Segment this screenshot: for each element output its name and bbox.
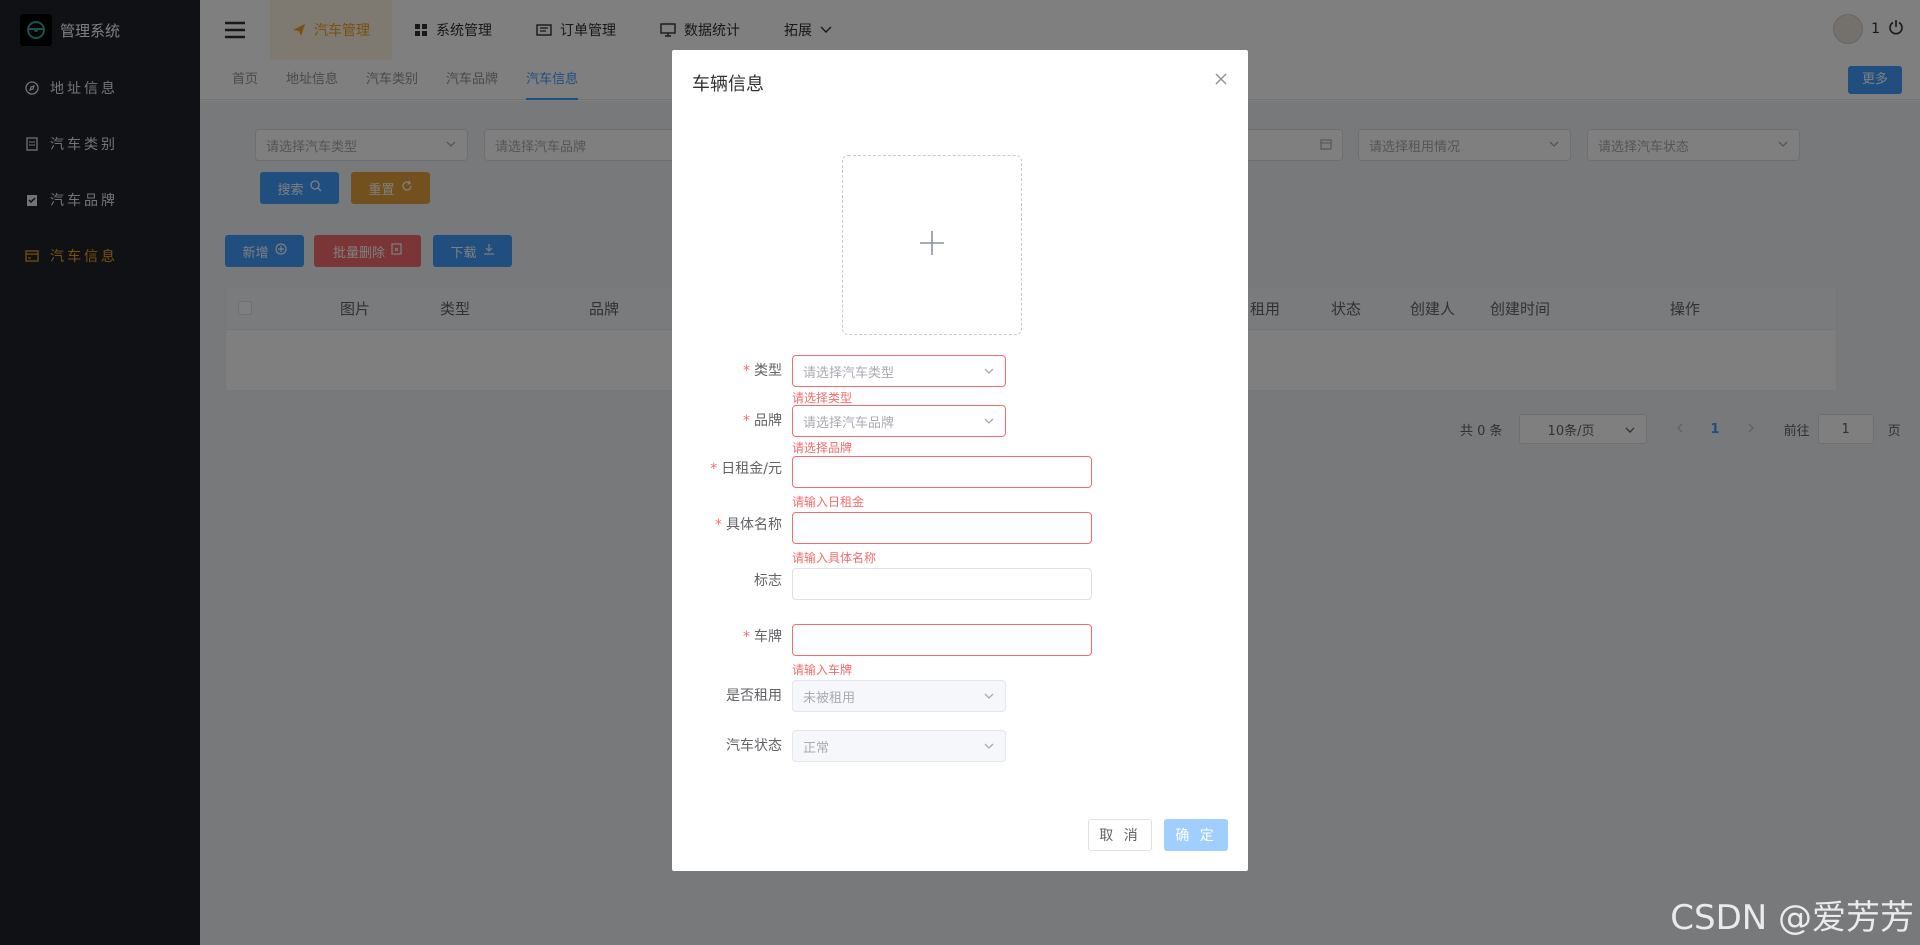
label-text: 是否租用 [726, 688, 782, 704]
label-text: 品牌 [754, 413, 782, 429]
form-label: * 车牌 [672, 621, 782, 653]
type-select[interactable]: 请选择汽车类型 [792, 355, 1006, 387]
vehicle-info-dialog: 车辆信息 * 类型 请选择汽车类型 请选择类型 * 品牌 请选择汽车品牌 请选择品牌… [672, 50, 1248, 871]
label-text: 标志 [754, 573, 782, 589]
brand-error: 请选择品牌 [792, 441, 853, 455]
label-text: 车牌 [754, 629, 782, 645]
required-mark: * [743, 629, 750, 645]
confirm-button[interactable]: 确 定 [1164, 819, 1228, 851]
brand-select[interactable]: 请选择汽车品牌 [792, 405, 1006, 437]
required-mark: * [715, 517, 722, 533]
form-label: * 日租金/元 [672, 453, 782, 485]
daily-rent-error: 请输入日租金 [792, 495, 865, 509]
plate-input[interactable] [792, 624, 1092, 656]
required-mark: * [743, 363, 750, 379]
label-text: 日租金/元 [721, 461, 782, 477]
form-label: * 具体名称 [672, 509, 782, 541]
status-select[interactable]: 正常 [792, 730, 1006, 762]
chevron-down-icon [983, 415, 995, 431]
chevron-down-icon [983, 365, 995, 381]
required-mark: * [710, 461, 718, 477]
image-uploader[interactable] [842, 155, 1022, 335]
rented-select[interactable]: 未被租用 [792, 680, 1006, 712]
plus-icon [919, 230, 945, 260]
name-error: 请输入具体名称 [792, 551, 877, 565]
chevron-down-icon [983, 740, 995, 756]
form-label: * 品牌 [672, 405, 782, 437]
dialog-title: 车辆信息 [692, 74, 764, 95]
select-placeholder: 请选择汽车类型 [803, 365, 895, 381]
sign-input[interactable] [792, 568, 1092, 600]
name-input[interactable] [792, 512, 1092, 544]
label-text: 汽车状态 [726, 738, 782, 754]
select-value: 未被租用 [803, 690, 856, 706]
label-text: 类型 [754, 363, 782, 379]
form-label: * 类型 [672, 355, 782, 387]
form-label: 标志 [672, 565, 782, 597]
type-error: 请选择类型 [792, 391, 853, 405]
cancel-button[interactable]: 取 消 [1088, 819, 1152, 851]
chevron-down-icon [983, 690, 995, 706]
select-value: 正常 [803, 740, 830, 756]
form-label: 是否租用 [672, 680, 782, 712]
close-icon[interactable] [1214, 72, 1230, 88]
required-mark: * [743, 413, 750, 429]
form-label: 汽车状态 [672, 730, 782, 762]
daily-rent-input[interactable] [792, 456, 1092, 488]
plate-error: 请输入车牌 [792, 663, 853, 677]
select-placeholder: 请选择汽车品牌 [803, 415, 895, 431]
label-text: 具体名称 [726, 517, 782, 533]
watermark: CSDN @爱芳芳 [1670, 898, 1914, 938]
